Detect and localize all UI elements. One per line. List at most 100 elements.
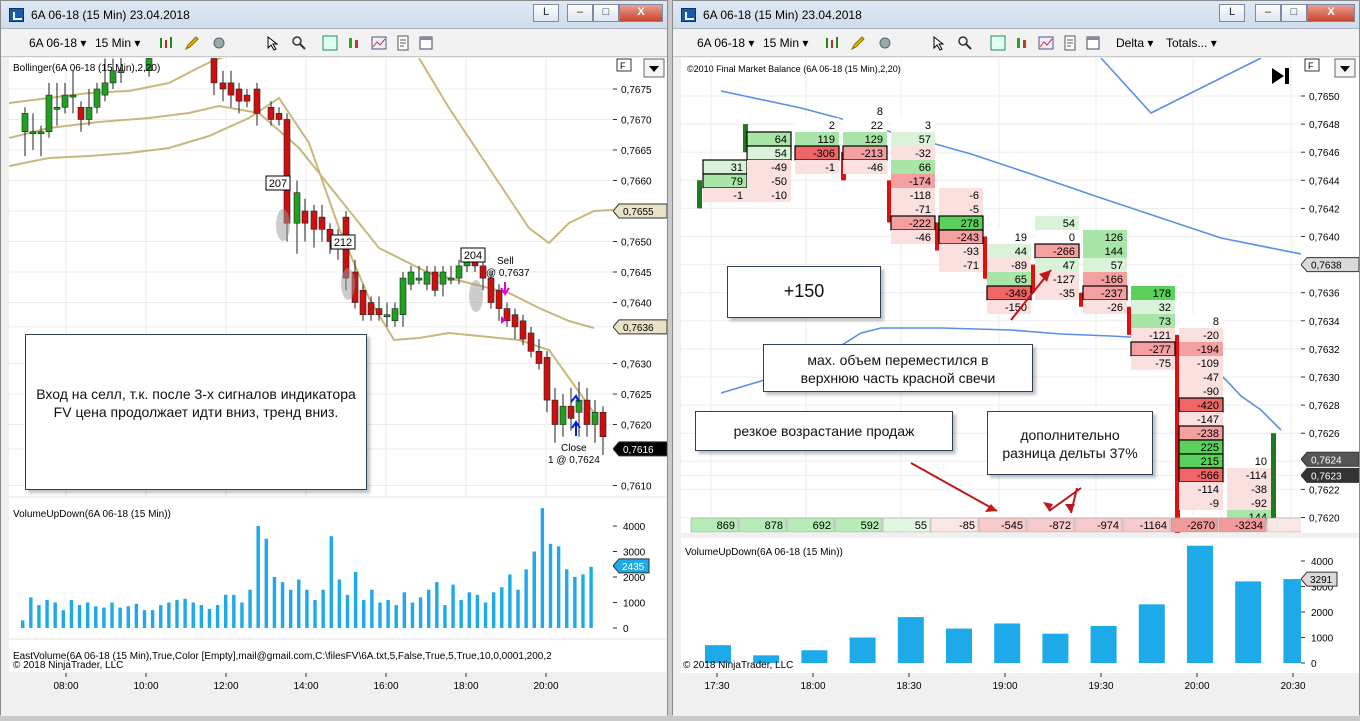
volume-bar [418,597,423,628]
delta-dropdown[interactable]: Delta ▾ [1116,36,1153,50]
close-button[interactable]: X [1307,4,1355,22]
footprint-cell-value: -222 [909,218,931,230]
chart-trader-icon[interactable] [346,35,362,51]
footprint-cell-value: -566 [1197,470,1219,482]
copyright-text: © 2018 NinjaTrader, LLC [13,660,124,671]
footprint-cell-value: -349 [1005,288,1027,300]
instrument-selector[interactable]: 6A 06-18 ▾ [697,36,754,50]
draw-pencil-icon[interactable] [850,35,866,51]
minimize-button[interactable]: – [567,4,593,22]
volume-bar [459,599,463,628]
candle-body [101,82,109,96]
footprint-cell-value: -266 [1053,246,1075,258]
time-axis-label: 18:30 [896,681,921,692]
maximize-button[interactable]: □ [593,4,619,22]
strategies-icon[interactable] [1062,35,1078,51]
right-volume-panel[interactable]: VolumeUpDown(6A 06-18 (15 Min)) © 2018 Ni… [681,538,1301,673]
templates-icon[interactable] [1085,35,1101,51]
strategies-icon[interactable] [395,35,411,51]
link-button[interactable]: L [1219,4,1245,22]
price-axis-label: 0,7650 [1309,92,1340,103]
cursor-icon[interactable] [265,35,281,51]
data-box-icon[interactable] [322,35,338,51]
footprint-cell-value: 54 [775,148,787,160]
left-title-bar[interactable]: 6A 06-18 (15 Min) 23.04.2018 L – □ X [1,1,667,29]
price-axis-label: 0,7636 [1309,289,1340,300]
price-tag-label: 0,7624 [1311,455,1342,466]
footprint-cell-value: -5 [969,204,979,216]
footprint-cell-value: -147 [1197,414,1219,426]
candle-body [267,106,275,120]
totals-dropdown[interactable]: Totals... ▾ [1166,36,1217,50]
zoom-icon[interactable] [291,35,307,51]
volume-bar [94,606,98,628]
zoom-icon[interactable] [957,35,973,51]
link-button[interactable]: L [533,4,559,22]
volume-bar [134,603,139,628]
templates-icon[interactable] [418,35,434,51]
volume-bar [378,602,382,628]
footprint-cell-value: -93 [963,246,979,258]
volume-bar [224,594,228,628]
left-volume-panel[interactable]: VolumeUpDown(6A 06-18 (15 Min)) [9,498,613,638]
volume-bar [801,650,828,663]
totals-cell-value: 592 [861,520,879,532]
footprint-cell-value: -114 [1246,470,1267,482]
footprint-cell-value: 47 [1063,260,1075,272]
candle-body [29,131,37,134]
volume-bar [207,608,212,628]
properties-icon[interactable] [211,35,227,51]
volume-bar [386,599,390,628]
volume-bar [524,569,528,628]
volume-axis-label: 3000 [623,548,646,559]
volume-bar [118,607,122,628]
data-box-icon[interactable] [990,35,1006,51]
indicators-icon[interactable] [1038,35,1054,51]
candle-body [559,405,567,425]
price-axis-label: 0,7620 [1309,514,1340,525]
interval-selector[interactable]: 15 Min ▾ [763,36,808,50]
candle-body [301,210,309,224]
volume-bar [240,602,244,628]
volume-bar [191,602,195,628]
footprint-cell-value: -47 [1203,372,1219,384]
footprint-cell-value: 22 [871,120,883,132]
indicator-label: ©2010 Final Market Balance (6A 06-18 (15… [687,64,901,74]
footprint-cell-value: 66 [919,162,931,174]
cursor-icon[interactable] [931,35,947,51]
properties-icon[interactable] [877,35,893,51]
footprint-cell-value: -32 [915,148,931,160]
bars-type-icon[interactable] [158,35,174,51]
left-time-axis[interactable]: 08:00 10:00 12:00 14:00 16:00 18:00 20:00 [1,673,667,716]
close-button[interactable]: X [619,4,663,22]
right-time-axis[interactable]: 17:30 18:00 18:30 19:00 19:30 20:00 20:30 [673,673,1359,716]
candle-body [283,119,291,224]
time-axis-label: 20:00 [1184,681,1209,692]
volume-bar [150,610,155,628]
candle-body [439,271,447,285]
candle-body [367,302,375,315]
interval-selector[interactable]: 15 Min ▾ [95,36,140,50]
candle-body [495,290,503,309]
price-axis-label: 0,7665 [621,146,652,157]
bars-type-icon[interactable] [824,35,840,51]
volume-bar [21,620,25,628]
draw-pencil-icon[interactable] [184,35,200,51]
price-axis-label: 0,7630 [621,360,652,371]
footprint-cell-value: 73 [1159,316,1171,328]
minimize-button[interactable]: – [1255,4,1281,22]
indicators-icon[interactable] [371,35,387,51]
right-price-axis[interactable]: 0,7650 0,7648 0,7646 0,7644 0,7642 0,7640 0,76… [1301,58,1359,533]
left-volume-axis[interactable]: 4000 3000 2000 1000 0 2435 [613,498,667,638]
left-price-axis[interactable]: 0,7675 0,7670 0,7665 0,7660 0,7655 0,7650 0,76… [613,58,667,496]
instrument-selector[interactable]: 6A 06-18 ▾ [29,36,86,50]
right-volume-axis[interactable]: 4000 3000 2000 1000 0 3291 [1301,538,1359,673]
candle-body [359,290,367,316]
right-title-bar[interactable]: 6A 06-18 (15 Min) 23.04.2018 L – □ X [673,1,1359,29]
volume-axis-label: 2000 [1311,608,1334,619]
chart-trader-icon[interactable] [1014,35,1030,51]
volume-indicator-label: VolumeUpDown(6A 06-18 (15 Min)) [685,547,843,558]
price-tag-label: 0,7623 [1311,471,1342,482]
maximize-button[interactable]: □ [1281,4,1307,22]
signal-ellipse [341,268,355,300]
